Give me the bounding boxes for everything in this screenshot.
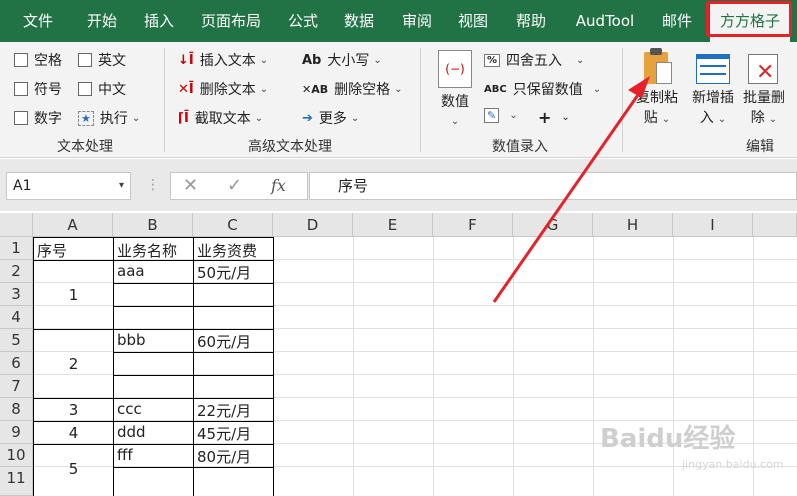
arrow-line bbox=[492, 91, 642, 303]
arrow-head bbox=[628, 76, 650, 98]
baidu-watermark: Baidu经验 bbox=[600, 424, 736, 454]
baidu-watermark-url: jingyan.baidu.com bbox=[682, 458, 784, 471]
